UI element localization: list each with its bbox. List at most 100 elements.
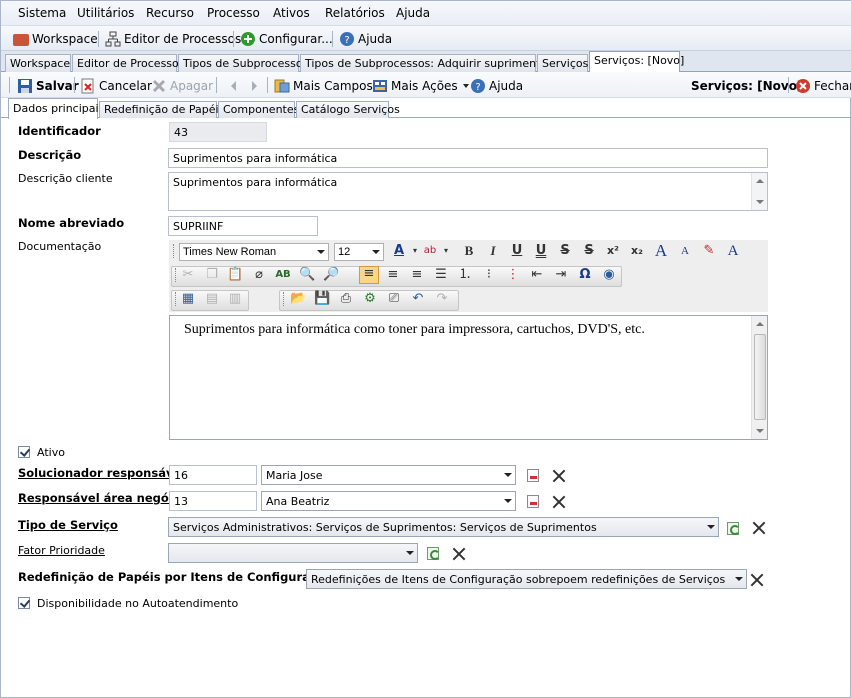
tab-componentes[interactable]: Componentes <box>218 101 299 118</box>
tab-redefinicao-papeis[interactable]: Redefinição de Papéis <box>99 101 224 118</box>
chevron-down-icon[interactable]: ▾ <box>438 244 454 258</box>
ajuda-record-button[interactable]: ? Ajuda <box>470 77 523 94</box>
next-record-button[interactable] <box>246 77 265 94</box>
delete-table-icon[interactable]: ▥ <box>227 292 243 306</box>
menu-processo[interactable]: Processo <box>207 6 260 20</box>
scroll-down-icon[interactable] <box>756 429 764 433</box>
disponibilidade-checkbox[interactable] <box>18 597 30 609</box>
double-strikethrough-icon[interactable]: S <box>581 244 597 258</box>
align-center-icon[interactable]: ≡ <box>385 268 401 282</box>
menu-utilitarios[interactable]: Utilitários <box>77 6 134 20</box>
refresh-icon[interactable] <box>727 522 740 535</box>
solucionador-select[interactable]: Maria Jose <box>261 465 516 485</box>
tab-editor-processos[interactable]: Editor de Processos <box>72 54 185 72</box>
clear-icon[interactable] <box>752 521 766 535</box>
subscript-icon[interactable]: x₂ <box>629 244 645 258</box>
format-painter-icon[interactable]: ⌀ <box>251 268 267 282</box>
ajuda-toolbar-button[interactable]: ? Ajuda <box>339 30 392 47</box>
tab-servicos[interactable]: Serviços <box>537 54 588 72</box>
tipo-servico-label[interactable]: Tipo de Serviço <box>18 518 118 532</box>
mais-acoes-button[interactable]: Mais Ações <box>372 77 469 94</box>
font-size-select[interactable]: 12 <box>334 243 384 261</box>
tab-workspace[interactable]: Workspace <box>5 54 71 72</box>
tab-servicos-novo[interactable]: Serviços: [Novo] <box>589 51 684 73</box>
menu-relatorios[interactable]: Relatórios <box>325 6 385 20</box>
previous-record-button[interactable] <box>226 77 245 94</box>
open-folder-icon[interactable]: 📂 <box>290 292 306 306</box>
refresh-icon[interactable] <box>427 547 440 560</box>
cancelar-button[interactable]: Cancelar <box>80 77 152 94</box>
configurar-button[interactable]: Configurar... <box>240 30 333 47</box>
decrease-indent-icon[interactable]: ⇤ <box>529 268 545 282</box>
edit-record-icon[interactable] <box>527 469 539 482</box>
ativo-checkbox[interactable] <box>18 446 30 458</box>
fator-prioridade-label[interactable]: Fator Prioridade <box>18 544 105 557</box>
shrink-font-icon[interactable]: A <box>677 244 693 258</box>
fechar-button[interactable]: Fechar <box>795 77 851 94</box>
bold-icon[interactable]: B <box>461 244 477 258</box>
tipo-servico-select[interactable]: Serviços Administrativos: Serviços de Su… <box>168 517 719 537</box>
undo-icon[interactable]: ↶ <box>410 292 426 306</box>
highlight-color-icon[interactable]: ab <box>422 244 438 258</box>
salvar-button[interactable]: Salvar <box>17 77 79 94</box>
tab-dados-principais[interactable]: Dados principais <box>8 98 104 119</box>
menu-ativos[interactable]: Ativos <box>273 6 310 20</box>
find-replace-icon[interactable]: 🔎 <box>323 268 339 282</box>
align-left-icon[interactable]: ≡ <box>359 266 379 284</box>
table-properties-icon[interactable]: ▤ <box>204 292 220 306</box>
apagar-button[interactable]: Apagar <box>151 77 213 94</box>
font-name-select[interactable]: Times New Roman <box>179 243 329 261</box>
responsavel-select[interactable]: Ana Beatriz <box>261 491 516 511</box>
scroll-up-icon[interactable] <box>756 179 764 183</box>
double-underline-icon[interactable]: U <box>533 244 549 258</box>
tab-tipos-subprocessos-adquirir[interactable]: Tipos de Subprocessos: Adquirir suprimen… <box>300 54 571 72</box>
superscript-icon[interactable]: x² <box>605 244 621 258</box>
special-character-icon[interactable]: Ω <box>577 268 593 282</box>
clear-icon[interactable] <box>750 573 764 587</box>
responsavel-label[interactable]: Responsável área negócio <box>18 491 187 505</box>
redo-icon[interactable]: ↷ <box>434 292 450 306</box>
align-justify-icon[interactable]: ☰ <box>433 268 449 282</box>
redefinicao-select[interactable]: Redefinições de Itens de Configuração so… <box>306 569 747 589</box>
bullet-list-icon[interactable]: ⁝ <box>481 268 497 282</box>
nome-abreviado-field[interactable]: SUPRIINF <box>168 216 318 236</box>
solucionador-label[interactable]: Solucionador responsável <box>18 466 185 480</box>
scroll-thumb[interactable] <box>754 334 766 420</box>
documentacao-scrollbar[interactable] <box>751 316 767 439</box>
descricao-field[interactable]: Suprimentos para informática <box>168 148 768 168</box>
multilevel-list-icon[interactable]: ⋮ <box>505 268 521 282</box>
save-document-icon[interactable]: 💾 <box>314 292 330 306</box>
fator-prioridade-select[interactable] <box>168 543 418 563</box>
numbered-list-icon[interactable]: ⒈ <box>457 268 473 282</box>
print-icon[interactable]: ⎙ <box>338 292 354 306</box>
descricao-cliente-scrollbar[interactable] <box>751 173 767 210</box>
clear-icon[interactable] <box>552 469 566 483</box>
grow-font-icon[interactable]: A <box>653 242 669 259</box>
clear-icon[interactable] <box>552 495 566 509</box>
align-right-icon[interactable]: ≡ <box>409 268 425 282</box>
increase-indent-icon[interactable]: ⇥ <box>553 268 569 282</box>
menu-ajuda[interactable]: Ajuda <box>396 6 430 20</box>
find-icon[interactable]: 🔍 <box>299 268 315 282</box>
solucionador-id-field[interactable]: 16 <box>169 465 257 485</box>
workspace-button[interactable]: Workspace <box>13 30 98 47</box>
copy-icon[interactable]: ❐ <box>204 268 220 282</box>
strikethrough-icon[interactable]: S <box>557 244 573 258</box>
editor-processos-button[interactable]: Editor de Processos <box>105 30 241 47</box>
tab-catalogo-servicos[interactable]: Catálogo Serviços <box>296 101 400 118</box>
preview-icon[interactable]: ⎚ <box>386 292 402 306</box>
italic-icon[interactable]: I <box>485 244 501 258</box>
chevron-down-icon[interactable]: ▾ <box>407 244 423 258</box>
responsavel-id-field[interactable]: 13 <box>169 491 257 511</box>
font-color-icon[interactable]: A <box>391 244 407 258</box>
descricao-cliente-textarea[interactable]: Suprimentos para informática <box>168 172 768 211</box>
tab-tipos-subprocessos[interactable]: Tipos de Subprocessos <box>178 54 308 72</box>
cut-icon[interactable]: ✂ <box>180 268 196 282</box>
documentacao-content-area[interactable]: Suprimentos para informática como toner … <box>169 315 768 440</box>
mais-campos-button[interactable]: Mais Campos <box>274 77 373 94</box>
insert-table-icon[interactable]: ▦ <box>180 292 196 306</box>
clear-format-icon[interactable]: ✎ <box>701 244 717 258</box>
spellcheck-icon[interactable]: AB <box>275 268 291 282</box>
scroll-up-icon[interactable] <box>756 322 764 326</box>
text-style-icon[interactable]: A <box>725 244 741 259</box>
